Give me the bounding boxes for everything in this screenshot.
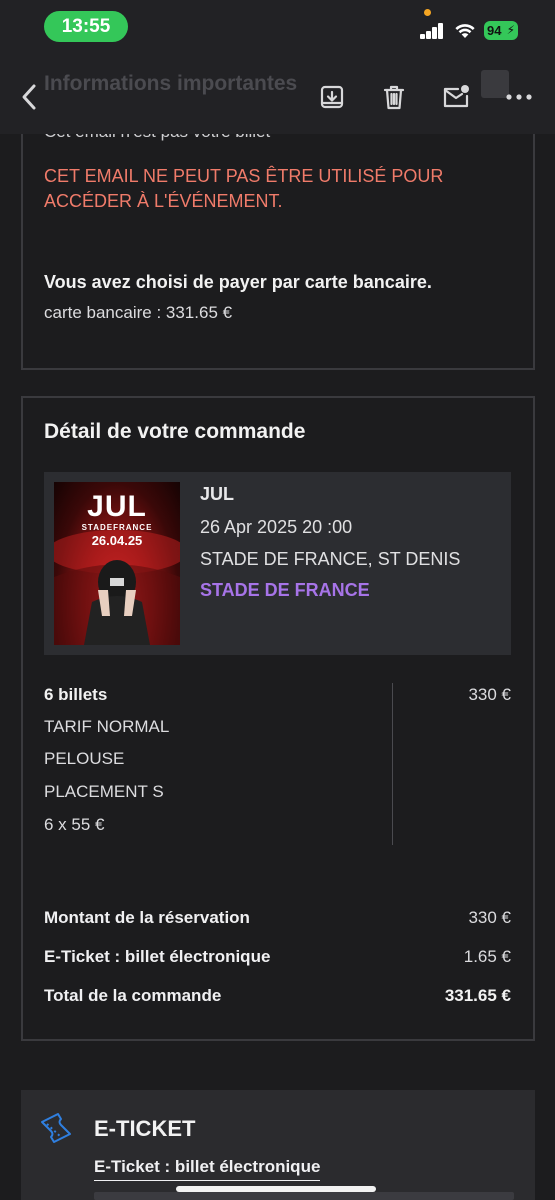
delete-button[interactable] <box>377 80 411 114</box>
ticket-placement: PLACEMENT S <box>44 782 164 801</box>
status-time: 13:55 <box>44 11 128 42</box>
chevron-left-icon <box>22 84 36 110</box>
event-place: STADE DE FRANCE, ST DENIS <box>200 549 461 569</box>
more-horizontal-icon <box>506 94 532 100</box>
warning-text: CET EMAIL NE PEUT PAS ÊTRE UTILISÉ POUR … <box>44 166 444 211</box>
wifi-icon <box>455 24 475 38</box>
eticket-title: E-TICKET <box>94 1116 196 1141</box>
archive-button[interactable] <box>315 80 349 114</box>
ticket-count: 6 billets <box>44 685 108 704</box>
cut-off-text-line <box>94 1192 514 1200</box>
privacy-indicator-dot <box>424 9 431 16</box>
eticket-fee-value: 1.65 € <box>463 947 511 966</box>
eticket-section <box>21 1090 535 1200</box>
home-indicator[interactable] <box>176 1186 376 1192</box>
eticket-fee-label: E-Ticket : billet électronique <box>44 947 271 966</box>
cellular-signal-icon <box>420 23 446 39</box>
archive-icon <box>320 85 344 109</box>
event-datetime: 26 Apr 2025 20 :00 <box>200 517 353 537</box>
battery-indicator: 94 ⚡ <box>484 21 518 40</box>
ticket-rate: TARIF NORMAL <box>44 717 170 736</box>
email-subject-faded: Informations importantes <box>44 72 298 95</box>
poster-date: 26.04.25 <box>91 533 143 548</box>
poster-venue: STADEFRANCE <box>81 523 153 532</box>
order-total-label: Total de la commande <box>44 986 222 1005</box>
ticket-icon <box>41 1113 71 1143</box>
column-divider <box>392 683 393 845</box>
event-venue-link[interactable]: STADE DE FRANCE <box>200 580 370 601</box>
order-detail-title: Détail de votre commande <box>44 420 306 443</box>
battery-level: 94 <box>487 23 502 38</box>
event-name: JUL <box>200 484 235 504</box>
more-options-button[interactable] <box>502 80 536 114</box>
mail-unread-icon <box>443 85 469 108</box>
order-total-value: 331.65 € <box>444 986 511 1005</box>
eticket-subtitle: E-Ticket : billet électronique <box>94 1157 321 1181</box>
reservation-amount-value: 330 € <box>468 908 511 927</box>
event-poster-image[interactable]: JUL STADEFRANCE 26.04.25 <box>54 482 180 645</box>
status-bar: 13:55 94 ⚡ <box>0 0 555 50</box>
back-button[interactable] <box>12 80 46 114</box>
reservation-amount-label: Montant de la réservation <box>44 908 250 927</box>
ticket-zone: PELOUSE <box>44 749 125 768</box>
ticket-subtotal: 330 € <box>468 685 511 704</box>
mark-unread-button[interactable] <box>439 80 473 114</box>
payment-amount: carte bancaire : 331.65 € <box>44 303 233 322</box>
payment-method-title: Vous avez choisi de payer par carte banc… <box>44 272 432 292</box>
charging-bolt-icon: ⚡ <box>506 23 515 37</box>
trash-icon <box>383 85 405 110</box>
poster-logo: JUL <box>87 490 147 523</box>
email-toolbar: Informations importantes <box>0 50 555 134</box>
ticket-unit-price: 6 x 55 € <box>44 815 105 834</box>
